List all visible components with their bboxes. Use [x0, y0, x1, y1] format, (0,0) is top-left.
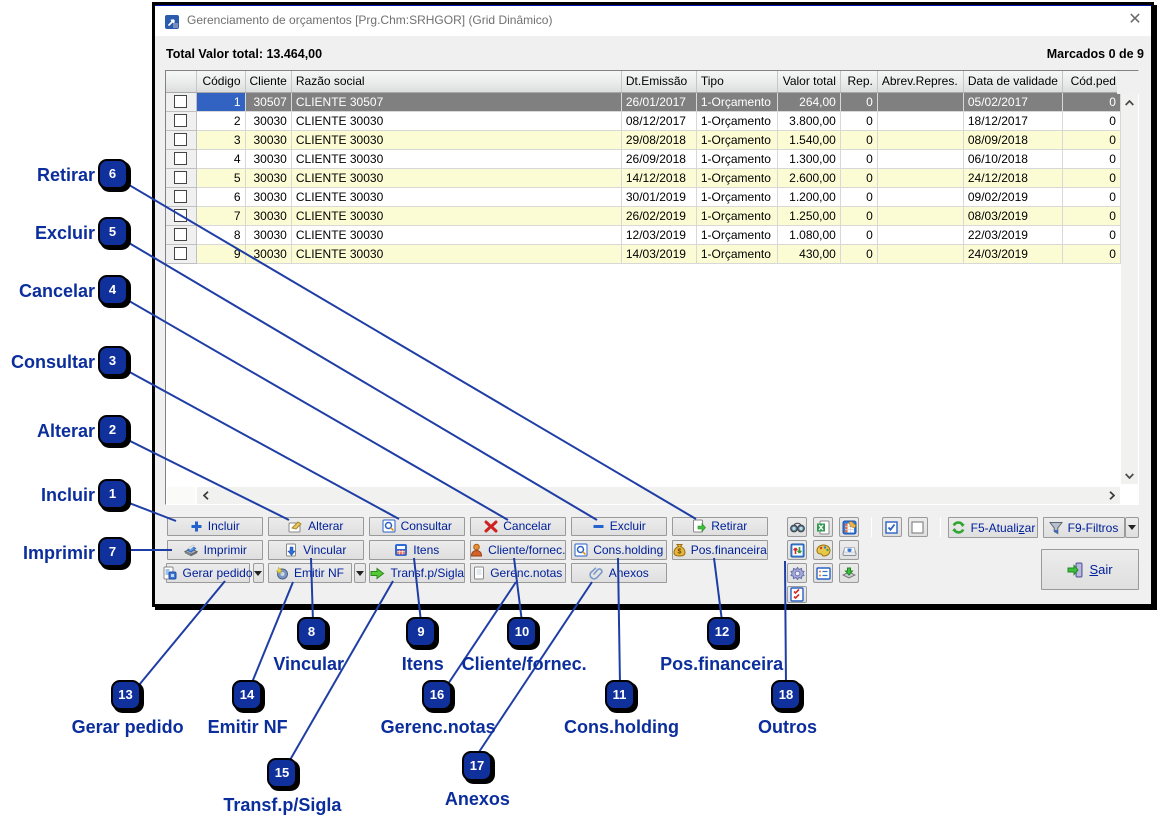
svg-text:$: $	[677, 548, 681, 555]
